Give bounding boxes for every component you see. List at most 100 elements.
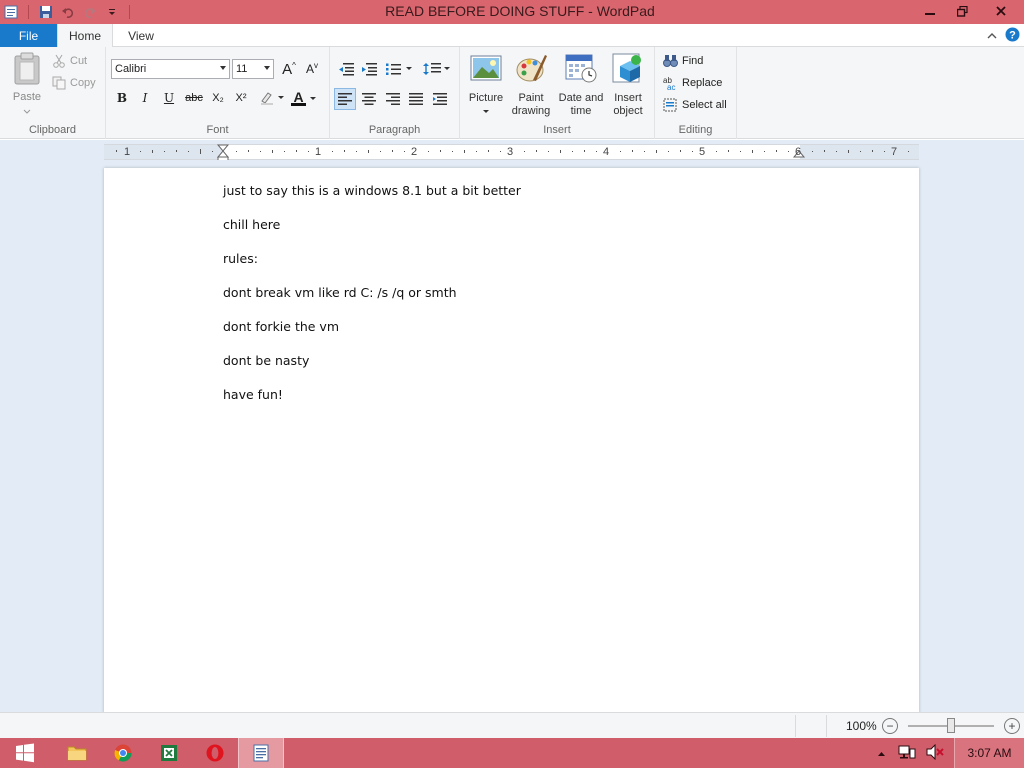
ribbon-tab-row: File Home View ?	[0, 24, 1024, 48]
taskbar-chrome[interactable]	[100, 738, 146, 768]
zoom-slider-thumb[interactable]	[947, 718, 955, 733]
arrow-up-icon: ^	[292, 60, 296, 70]
status-divider	[795, 715, 796, 737]
title-bar: READ BEFORE DOING STUFF - WordPad	[0, 0, 1024, 24]
editing-group: Find ab ac Replace Select all Editing	[655, 47, 737, 139]
insert-picture-button[interactable]: Picture	[466, 52, 506, 118]
taskbar-wordpad[interactable]	[238, 738, 284, 768]
highlight-color-button[interactable]	[258, 88, 286, 108]
paragraph-settings-button[interactable]	[430, 89, 450, 109]
select-all-button[interactable]: Select all	[663, 98, 727, 112]
start-button[interactable]	[2, 738, 48, 768]
align-center-icon	[362, 93, 376, 105]
document-page[interactable]: just to say this is a windows 8.1 but a …	[104, 168, 919, 713]
paint-palette-icon	[516, 55, 547, 82]
help-icon[interactable]: ?	[1005, 27, 1020, 45]
insert-object-icon	[612, 53, 641, 83]
cut-label: Cut	[70, 55, 88, 67]
underline-button[interactable]: U	[159, 88, 179, 108]
grow-font-button[interactable]: A ^	[279, 59, 299, 79]
copy-button[interactable]: Copy	[52, 76, 96, 90]
taskbar-opera[interactable]	[192, 738, 238, 768]
tab-file[interactable]: File	[0, 24, 57, 47]
subscript-button[interactable]: X₂	[208, 88, 228, 108]
show-hidden-icons-icon[interactable]	[877, 746, 886, 760]
window-controls	[914, 0, 1024, 22]
font-family-value: Calibri	[115, 63, 147, 75]
superscript-button[interactable]: X²	[231, 88, 251, 108]
align-left-button[interactable]	[334, 88, 356, 110]
scissors-icon	[53, 54, 65, 68]
bold-button[interactable]: B	[112, 88, 132, 108]
zoom-in-button[interactable]: +	[1004, 718, 1020, 734]
increase-indent-button[interactable]	[359, 59, 379, 79]
document-line[interactable]: dont be nasty	[223, 353, 309, 368]
status-divider	[826, 715, 827, 737]
taskbar-excel[interactable]	[146, 738, 192, 768]
ribbon-right-controls: ?	[987, 27, 1020, 45]
chevron-up-icon[interactable]	[987, 29, 997, 43]
zoom-level-text[interactable]: 100%	[846, 719, 877, 733]
ruler-number: 7	[891, 146, 898, 158]
insert-group: Picture Paint drawing Date and time Inse…	[460, 47, 655, 139]
font-size-value: 11	[236, 63, 248, 75]
restore-icon[interactable]	[946, 0, 978, 22]
minimize-icon[interactable]	[914, 0, 946, 22]
shrink-font-button[interactable]: Av	[302, 59, 322, 79]
zoom-out-button[interactable]: −	[882, 718, 898, 734]
ruler-number: 1	[124, 146, 131, 158]
ruler[interactable]: 1 1 2 3 4 5 6 7	[104, 144, 919, 160]
strikethrough-button[interactable]: abc	[183, 88, 205, 108]
paint-drawing-button[interactable]: Paint drawing	[508, 52, 554, 118]
font-size-select[interactable]: 11	[232, 59, 274, 79]
document-line[interactable]: have fun!	[223, 387, 283, 402]
align-right-icon	[386, 93, 400, 105]
chrome-icon	[114, 744, 132, 762]
line-spacing-icon	[423, 63, 450, 75]
shrink-font-glyph: A	[305, 62, 314, 76]
clipboard-group: Paste Cut Copy Clipboard	[0, 47, 106, 139]
bullet-list-button[interactable]	[384, 59, 416, 79]
date-time-button[interactable]: Date and time	[556, 52, 606, 118]
taskbar-clock[interactable]: 3:07 AM	[954, 738, 1024, 768]
decrease-indent-button[interactable]	[336, 59, 356, 79]
tab-view[interactable]: View	[118, 24, 164, 48]
arrow-down-icon: v	[314, 60, 318, 70]
align-right-button[interactable]	[383, 89, 403, 109]
copy-label: Copy	[70, 77, 96, 89]
object-label-line2: object	[613, 105, 643, 117]
paste-icon	[14, 52, 40, 85]
wordpad-icon	[253, 744, 269, 762]
justify-button[interactable]	[406, 89, 426, 109]
binoculars-icon	[663, 55, 678, 67]
document-line[interactable]: chill here	[223, 217, 280, 232]
cut-button[interactable]: Cut	[52, 54, 87, 68]
insert-object-button[interactable]: Insert object	[608, 52, 648, 118]
text-color-glyph: A	[291, 88, 306, 106]
tab-home[interactable]: Home	[57, 24, 113, 48]
editing-group-label: Editing	[678, 124, 713, 136]
paragraph-group: Paragraph	[330, 47, 460, 139]
replace-button[interactable]: ab ac Replace	[663, 76, 722, 90]
document-line[interactable]: rules:	[223, 251, 258, 266]
volume-muted-icon[interactable]	[926, 743, 944, 763]
ruler-number: 6	[795, 146, 802, 158]
italic-button[interactable]: I	[135, 88, 155, 108]
font-family-select[interactable]: Calibri	[111, 59, 230, 79]
font-group: Calibri 11 A ^ Av B I U abc X₂ X² A Font	[106, 47, 330, 139]
line-spacing-button[interactable]	[422, 59, 452, 79]
taskbar-file-explorer[interactable]	[54, 738, 100, 768]
text-color-button[interactable]: A	[289, 88, 319, 108]
align-center-button[interactable]	[359, 89, 379, 109]
network-icon[interactable]	[898, 744, 916, 763]
grow-font-glyph: A	[282, 60, 293, 78]
insert-group-label: Insert	[543, 124, 571, 136]
paste-button[interactable]: Paste	[10, 52, 44, 117]
close-icon[interactable]	[978, 0, 1024, 22]
chevron-down-icon	[483, 110, 489, 113]
chevron-down-icon	[220, 66, 226, 70]
document-line[interactable]: dont break vm like rd C: /s /q or smth	[223, 285, 457, 300]
document-line[interactable]: dont forkie the vm	[223, 319, 339, 334]
document-line[interactable]: just to say this is a windows 8.1 but a …	[223, 183, 521, 198]
find-button[interactable]: Find	[663, 54, 703, 68]
